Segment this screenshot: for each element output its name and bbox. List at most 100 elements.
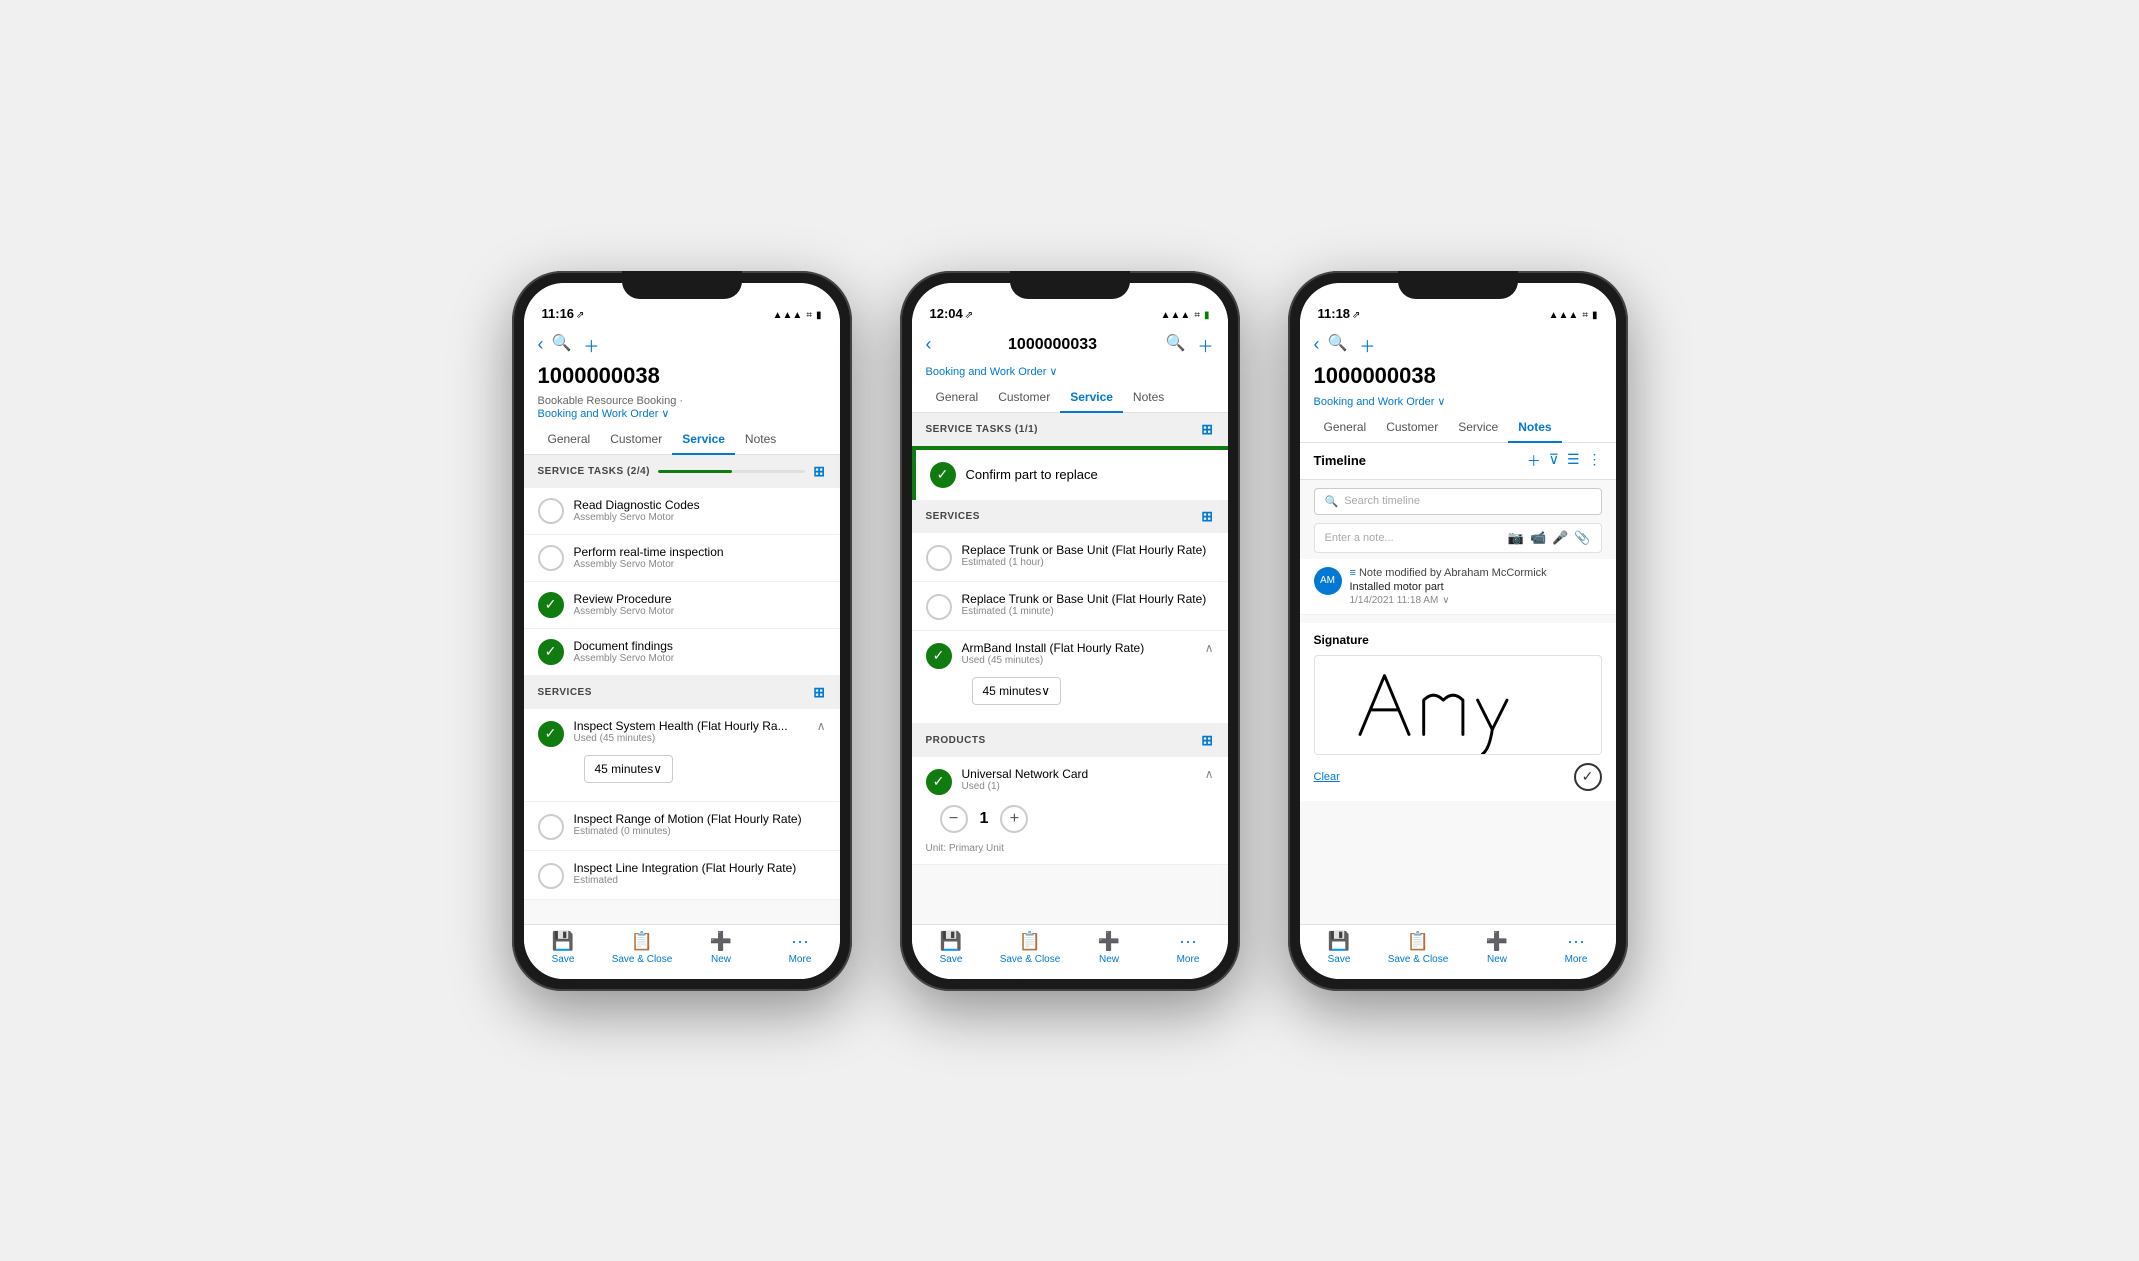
tab-customer-1[interactable]: Customer: [600, 424, 672, 454]
wifi-icon-3: ⌗: [1582, 310, 1588, 321]
save-icon-1: 💾: [552, 931, 574, 952]
save-close-button-2[interactable]: 📋 Save & Close: [991, 931, 1070, 965]
p2-service-item-1[interactable]: Replace Trunk or Base Unit (Flat Hourly …: [912, 533, 1228, 582]
subtitle-dropdown-3[interactable]: Booking and Work Order: [1314, 396, 1435, 408]
quantity-value-1: 1: [980, 810, 989, 828]
duration-dropdown-2[interactable]: 45 minutes ∨: [972, 677, 1062, 705]
services-header-1: SERVICES ⊞: [524, 676, 840, 709]
timeline-search-box[interactable]: 🔍 Search timeline: [1314, 488, 1602, 515]
more-button-3[interactable]: ··· More: [1537, 931, 1616, 965]
signature-svg: [1315, 656, 1601, 754]
status-time-3: 11:18: [1318, 306, 1351, 321]
new-button-3[interactable]: ➕ New: [1458, 931, 1537, 965]
add-icon-1[interactable]: ＋: [583, 333, 599, 357]
camera-icon[interactable]: 📷: [1508, 530, 1524, 546]
nav-bar-1: ‹ 🔍 ＋: [524, 327, 840, 363]
wifi-icon-2: ⌗: [1194, 310, 1200, 321]
note-input-area[interactable]: Enter a note... 📷 📹 🎤 📎: [1314, 523, 1602, 553]
save-button-1[interactable]: 💾 Save: [524, 931, 603, 965]
new-button-1[interactable]: ➕ New: [682, 931, 761, 965]
timeline-list-icon[interactable]: ☰: [1567, 451, 1580, 471]
chevron-up-3[interactable]: ∧: [1205, 767, 1214, 781]
tab-service-1[interactable]: Service: [672, 424, 735, 454]
chevron-up-2[interactable]: ∧: [1205, 641, 1214, 655]
more-button-2[interactable]: ··· More: [1149, 931, 1228, 965]
tab-general-1[interactable]: General: [538, 424, 601, 454]
tab-notes-1[interactable]: Notes: [735, 424, 786, 454]
tab-service-2[interactable]: Service: [1060, 382, 1123, 412]
task-item-3[interactable]: ✓ Review Procedure Assembly Servo Motor: [524, 582, 840, 629]
search-icon-2[interactable]: 🔍: [1166, 333, 1186, 357]
save-button-3[interactable]: 💾 Save: [1300, 931, 1379, 965]
attach-icon[interactable]: 📎: [1574, 530, 1590, 546]
status-icons-3: ▲▲▲ ⌗ ▮: [1549, 310, 1598, 321]
more-button-1[interactable]: ··· More: [761, 931, 840, 965]
p2-product-item-1[interactable]: ✓ Universal Network Card Used (1) ∧ − 1 …: [912, 757, 1228, 865]
confirm-signature-button[interactable]: ✓: [1574, 763, 1602, 791]
save-close-button-3[interactable]: 📋 Save & Close: [1379, 931, 1458, 965]
back-button-2[interactable]: ‹: [926, 334, 932, 355]
p2-service-item-2[interactable]: Replace Trunk or Base Unit (Flat Hourly …: [912, 582, 1228, 631]
service-info-1: Inspect System Health (Flat Hourly Ra...…: [574, 719, 813, 744]
add-icon-3[interactable]: ＋: [1359, 333, 1375, 357]
product-counter-1: − 1 +: [926, 795, 1043, 843]
tab-service-3[interactable]: Service: [1448, 412, 1508, 442]
decrement-button-1[interactable]: −: [940, 805, 968, 833]
timeline-more-icon[interactable]: ⋮: [1588, 451, 1602, 471]
p2-service-check-2: [926, 594, 952, 620]
task-item-4[interactable]: ✓ Document findings Assembly Servo Motor: [524, 629, 840, 676]
subtitle-dropdown-2[interactable]: Booking and Work Order: [926, 366, 1047, 378]
search-icon-3[interactable]: 🔍: [1328, 333, 1348, 357]
increment-button-1[interactable]: +: [1000, 805, 1028, 833]
timeline-add-icon[interactable]: ＋: [1527, 451, 1541, 471]
p2-service-item-3[interactable]: ✓ ArmBand Install (Flat Hourly Rate) Use…: [912, 631, 1228, 724]
duration-dropdown-1[interactable]: 45 minutes ∨: [584, 755, 674, 783]
back-button-1[interactable]: ‹: [538, 334, 544, 355]
grid-icon-2[interactable]: ⊞: [1201, 421, 1213, 438]
tab-notes-2[interactable]: Notes: [1123, 382, 1174, 412]
task-complete-1[interactable]: ✓ Confirm part to replace: [912, 450, 1228, 500]
services-grid-icon-2[interactable]: ⊞: [1201, 508, 1213, 525]
subtitle-dropdown-1[interactable]: Booking and Work Order: [538, 408, 659, 420]
task-check-3: ✓: [538, 592, 564, 618]
tab-customer-3[interactable]: Customer: [1376, 412, 1448, 442]
search-icon-1[interactable]: 🔍: [552, 333, 572, 357]
grid-icon-1[interactable]: ⊞: [813, 463, 825, 480]
new-button-2[interactable]: ➕ New: [1070, 931, 1149, 965]
save-button-2[interactable]: 💾 Save: [912, 931, 991, 965]
unit-label-1: Unit: Primary Unit: [926, 843, 1004, 854]
products-grid-icon-2[interactable]: ⊞: [1201, 732, 1213, 749]
signature-area[interactable]: [1314, 655, 1602, 755]
services-grid-icon-1[interactable]: ⊞: [813, 684, 825, 701]
battery-icon-1: ▮: [816, 310, 822, 321]
tabs-3: General Customer Service Notes: [1300, 412, 1616, 443]
note-input-icons: 📷 📹 🎤 📎: [1508, 530, 1591, 546]
task-item-1[interactable]: Read Diagnostic Codes Assembly Servo Mot…: [524, 488, 840, 535]
tab-notes-3[interactable]: Notes: [1508, 412, 1561, 442]
video-icon[interactable]: 📹: [1530, 530, 1546, 546]
mic-icon[interactable]: 🎤: [1552, 530, 1568, 546]
tab-customer-2[interactable]: Customer: [988, 382, 1060, 412]
service-item-2[interactable]: Inspect Range of Motion (Flat Hourly Rat…: [524, 802, 840, 851]
save-close-button-1[interactable]: 📋 Save & Close: [603, 931, 682, 965]
battery-icon-3: ▮: [1592, 310, 1598, 321]
note-time-1: 1/14/2021 11:18 AM ∨: [1350, 595, 1602, 606]
add-icon-2[interactable]: ＋: [1197, 333, 1213, 357]
location-icon-2: ⇗: [965, 310, 973, 321]
p2-service-info-1: Replace Trunk or Base Unit (Flat Hourly …: [962, 543, 1214, 568]
back-button-3[interactable]: ‹: [1314, 334, 1320, 355]
service-item-3[interactable]: Inspect Line Integration (Flat Hourly Ra…: [524, 851, 840, 900]
chevron-up-1[interactable]: ∧: [817, 719, 826, 733]
phone-1: 11:16 ⇗ ▲▲▲ ⌗ ▮ ‹ 🔍 ＋ 1000000038: [512, 271, 852, 991]
clear-button[interactable]: Clear: [1314, 771, 1340, 783]
signal-icon-3: ▲▲▲: [1549, 310, 1579, 321]
service-item-1[interactable]: ✓ Inspect System Health (Flat Hourly Ra.…: [524, 709, 840, 802]
note-body-1: ≡ Note modified by Abraham McCormick Ins…: [1350, 567, 1602, 606]
task-item-2[interactable]: Perform real-time inspection Assembly Se…: [524, 535, 840, 582]
nav-actions-1: 🔍 ＋: [552, 333, 600, 357]
nav-bar-3: ‹ 🔍 ＋: [1300, 327, 1616, 363]
timeline-filter-icon[interactable]: ⊽: [1549, 451, 1559, 471]
tab-general-3[interactable]: General: [1314, 412, 1377, 442]
expand-icon[interactable]: ∨: [1442, 595, 1449, 606]
tab-general-2[interactable]: General: [926, 382, 989, 412]
